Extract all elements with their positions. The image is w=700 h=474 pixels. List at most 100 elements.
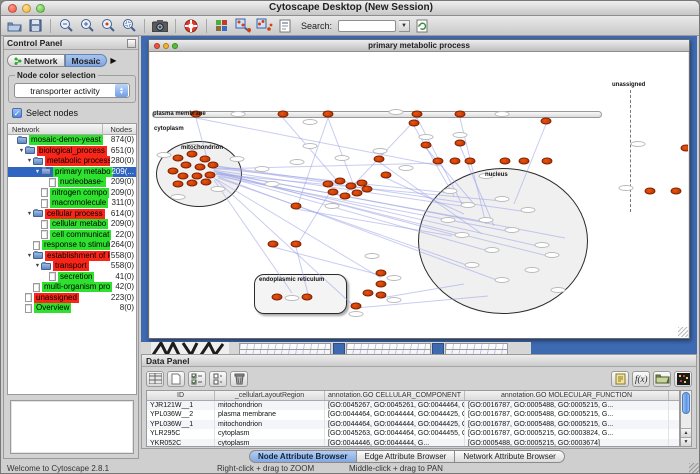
network-edge[interactable] xyxy=(296,247,308,294)
network-node[interactable] xyxy=(362,186,373,193)
network-node[interactable] xyxy=(291,203,302,210)
tree-row[interactable]: unassigned223(0) xyxy=(8,293,136,304)
network-node[interactable] xyxy=(376,281,387,288)
tab-network[interactable]: Network xyxy=(7,54,65,67)
tree-row[interactable]: secretion41(0) xyxy=(8,272,136,283)
column-header[interactable]: _cellularLayoutRegion xyxy=(215,391,325,400)
tab-mosaic[interactable]: Mosaic xyxy=(65,54,108,67)
tree-row[interactable]: nitrogen compo209(0) xyxy=(8,188,136,199)
network-node[interactable] xyxy=(192,173,203,180)
network-node[interactable] xyxy=(323,181,334,188)
tab-overflow-icon[interactable]: ▶ xyxy=(110,56,116,65)
network-node[interactable] xyxy=(433,158,444,165)
network-node[interactable] xyxy=(450,158,461,165)
network-node[interactable] xyxy=(323,111,334,118)
network-node[interactable] xyxy=(376,292,387,299)
network-node[interactable] xyxy=(421,142,432,149)
tree-expander-icon[interactable]: ▼ xyxy=(26,253,33,259)
network-edge[interactable] xyxy=(273,247,380,275)
network-node[interactable] xyxy=(376,270,387,277)
network-node[interactable] xyxy=(671,188,682,195)
tree-expander-icon[interactable]: ▼ xyxy=(26,158,33,164)
network-node[interactable] xyxy=(187,180,198,187)
network-node[interactable] xyxy=(681,145,689,152)
network-node[interactable] xyxy=(205,172,216,179)
network-node[interactable] xyxy=(352,190,363,197)
network-node[interactable] xyxy=(351,303,362,310)
import-folder-icon[interactable] xyxy=(653,371,671,387)
tree-row[interactable]: ▼cellular process614(0) xyxy=(8,209,136,220)
network-node[interactable] xyxy=(291,241,302,248)
table-scrollbar[interactable]: ▲ ▼ xyxy=(680,390,692,447)
matrix-icon[interactable] xyxy=(674,371,692,387)
save-icon[interactable] xyxy=(26,18,44,34)
tab-edge-attribute-browser[interactable]: Edge Attribute Browser xyxy=(357,450,456,463)
network-node[interactable] xyxy=(519,158,530,165)
zoom-out-icon[interactable] xyxy=(57,18,75,34)
scroll-up-icon[interactable]: ▲ xyxy=(681,428,691,437)
select-nodes-checkbox[interactable]: ✓ xyxy=(12,108,22,118)
tree-expander-icon[interactable]: ▼ xyxy=(34,263,41,269)
network-node[interactable] xyxy=(500,158,511,165)
delete-attribute-icon[interactable] xyxy=(230,371,248,387)
select-attributes-icon[interactable] xyxy=(188,371,206,387)
node-color-combo[interactable]: transporter activity ▲▼ xyxy=(14,83,130,98)
open-icon[interactable] xyxy=(5,18,23,34)
tree-expander-icon[interactable]: ▼ xyxy=(34,169,41,175)
network-node[interactable] xyxy=(455,111,466,118)
network-node[interactable] xyxy=(346,183,357,190)
tab-node-attribute-browser[interactable]: Node Attribute Browser xyxy=(249,450,357,463)
table-icon[interactable] xyxy=(146,371,164,387)
tab-network-attribute-browser[interactable]: Network Attribute Browser xyxy=(455,450,564,463)
network-node[interactable] xyxy=(409,120,420,127)
network-node[interactable] xyxy=(335,178,346,185)
unselect-attributes-icon[interactable] xyxy=(209,371,227,387)
tree-row[interactable]: ▼primary metabo209(... xyxy=(8,167,136,178)
search-input[interactable] xyxy=(338,20,396,32)
network-view-titlebar[interactable]: primary metabolic process xyxy=(149,40,689,52)
help-icon[interactable] xyxy=(182,18,200,34)
network-node[interactable] xyxy=(465,158,476,165)
tree-row[interactable]: ▼transport558(0) xyxy=(8,261,136,272)
combo-stepper-icon[interactable]: ▲▼ xyxy=(115,84,128,97)
network-view-window[interactable]: primary metabolic process plasma membran… xyxy=(148,39,690,339)
table-row[interactable]: YPL036W__2plasma membrane[GO:0044464, GO… xyxy=(147,410,679,419)
tree-row[interactable]: macromolecule311(0) xyxy=(8,198,136,209)
mosaic-icon[interactable] xyxy=(213,18,231,34)
network-node[interactable] xyxy=(278,111,289,118)
tree-row[interactable]: ▼metabolic process280(0) xyxy=(8,156,136,167)
network-edge[interactable] xyxy=(426,148,474,204)
network-node[interactable] xyxy=(374,156,385,163)
network-node[interactable] xyxy=(173,155,184,162)
network-node[interactable] xyxy=(302,294,313,301)
zoom-selected-icon[interactable] xyxy=(99,18,117,34)
network-node[interactable] xyxy=(541,118,552,125)
annotation-icon[interactable] xyxy=(276,18,294,34)
network-edge[interactable] xyxy=(381,284,464,298)
network-node[interactable] xyxy=(272,294,283,301)
network-node[interactable] xyxy=(340,193,351,200)
network-node[interactable] xyxy=(178,173,189,180)
tree-row[interactable]: cell communicat22(0) xyxy=(8,230,136,241)
search-dropdown-icon[interactable]: ▼ xyxy=(399,20,410,32)
float-panel-icon[interactable] xyxy=(127,39,136,48)
network-node[interactable] xyxy=(187,151,198,158)
refresh-network-icon[interactable] xyxy=(413,18,431,34)
zoom-in-icon[interactable] xyxy=(78,18,96,34)
formula-icon[interactable]: f(x) xyxy=(632,371,650,387)
network-node[interactable] xyxy=(645,188,656,195)
network-node[interactable] xyxy=(381,172,392,179)
network-node[interactable] xyxy=(328,189,339,196)
column-header[interactable]: ID xyxy=(147,391,215,400)
zoom-fit-icon[interactable] xyxy=(120,18,138,34)
network-edge[interactable] xyxy=(296,209,452,236)
network-edge[interactable] xyxy=(514,124,546,204)
network-node[interactable] xyxy=(412,111,423,118)
tree-expander-icon[interactable]: ▼ xyxy=(26,211,33,217)
tree-row[interactable]: response to stimulu264(0) xyxy=(8,240,136,251)
scrollbar-thumb[interactable] xyxy=(682,392,690,414)
network-node[interactable] xyxy=(201,179,212,186)
table-row[interactable]: YKR052Ccytoplasm[GO:0044446, GO:0044444,… xyxy=(147,439,679,447)
network-overview-panel[interactable] xyxy=(10,400,134,454)
snapshot-icon[interactable] xyxy=(151,18,169,34)
